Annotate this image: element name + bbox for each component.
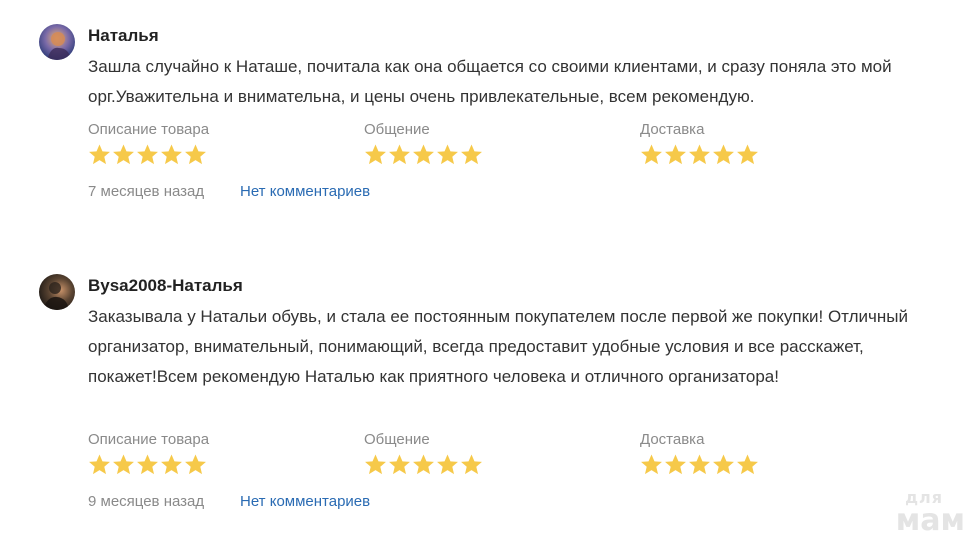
review-ratings: Описание товара Общение Доставка <box>88 431 788 481</box>
star-icon <box>161 454 182 475</box>
review-time: 9 месяцев назад <box>88 493 205 510</box>
watermark-line2: мам <box>895 503 965 538</box>
comments-link[interactable]: Нет комментариев <box>240 183 370 200</box>
star-icon <box>737 454 758 475</box>
stars <box>640 143 759 166</box>
star-icon <box>689 144 710 165</box>
star-icon <box>161 144 182 165</box>
reviews-page: Наталья Зашла случайно к Наташе, почитал… <box>0 0 979 548</box>
star-icon <box>89 454 110 475</box>
site-watermark-logo: для мам <box>896 490 965 536</box>
star-icon <box>461 144 482 165</box>
review-author[interactable]: Bysa2008-Наталья <box>88 276 243 296</box>
star-icon <box>737 144 758 165</box>
star-icon <box>665 144 686 165</box>
rating-label: Описание товара <box>88 121 210 138</box>
avatar[interactable] <box>39 274 75 310</box>
rating-delivery: Доставка <box>640 121 759 166</box>
star-icon <box>365 144 386 165</box>
star-icon <box>113 454 134 475</box>
stars <box>88 453 209 476</box>
rating-label: Общение <box>364 121 430 138</box>
star-icon <box>437 454 458 475</box>
star-icon <box>137 144 158 165</box>
rating-delivery: Доставка <box>640 431 759 476</box>
rating-description: Описание товара <box>88 121 209 166</box>
stars <box>364 143 483 166</box>
rating-description: Описание товара <box>88 431 209 476</box>
stars <box>640 453 759 476</box>
rating-label: Доставка <box>640 431 705 448</box>
star-icon <box>461 454 482 475</box>
star-icon <box>185 454 206 475</box>
star-icon <box>365 454 386 475</box>
star-icon <box>713 144 734 165</box>
review-time: 7 месяцев назад <box>88 183 205 200</box>
star-icon <box>413 454 434 475</box>
avatar[interactable] <box>39 24 75 60</box>
rating-communication: Общение <box>364 121 483 166</box>
rating-communication: Общение <box>364 431 483 476</box>
review-author[interactable]: Наталья <box>88 26 159 46</box>
star-icon <box>689 454 710 475</box>
review-meta: 9 месяцев назад Нет комментариев <box>88 493 370 510</box>
star-icon <box>641 144 662 165</box>
star-icon <box>89 144 110 165</box>
star-icon <box>437 144 458 165</box>
stars <box>364 453 483 476</box>
star-icon <box>389 454 410 475</box>
review-text: Заказывала у Натальи обувь, и стала ее п… <box>88 307 908 386</box>
rating-label: Доставка <box>640 121 705 138</box>
star-icon <box>665 454 686 475</box>
review-ratings: Описание товара Общение Доставка <box>88 121 788 171</box>
rating-label: Общение <box>364 431 430 448</box>
star-icon <box>413 144 434 165</box>
review-text: Зашла случайно к Наташе, почитала как он… <box>88 57 892 106</box>
star-icon <box>389 144 410 165</box>
rating-label: Описание товара <box>88 431 210 448</box>
stars <box>88 143 209 166</box>
review-meta: 7 месяцев назад Нет комментариев <box>88 183 370 200</box>
star-icon <box>185 144 206 165</box>
comments-link[interactable]: Нет комментариев <box>240 493 370 510</box>
star-icon <box>641 454 662 475</box>
star-icon <box>137 454 158 475</box>
star-icon <box>713 454 734 475</box>
star-icon <box>113 144 134 165</box>
